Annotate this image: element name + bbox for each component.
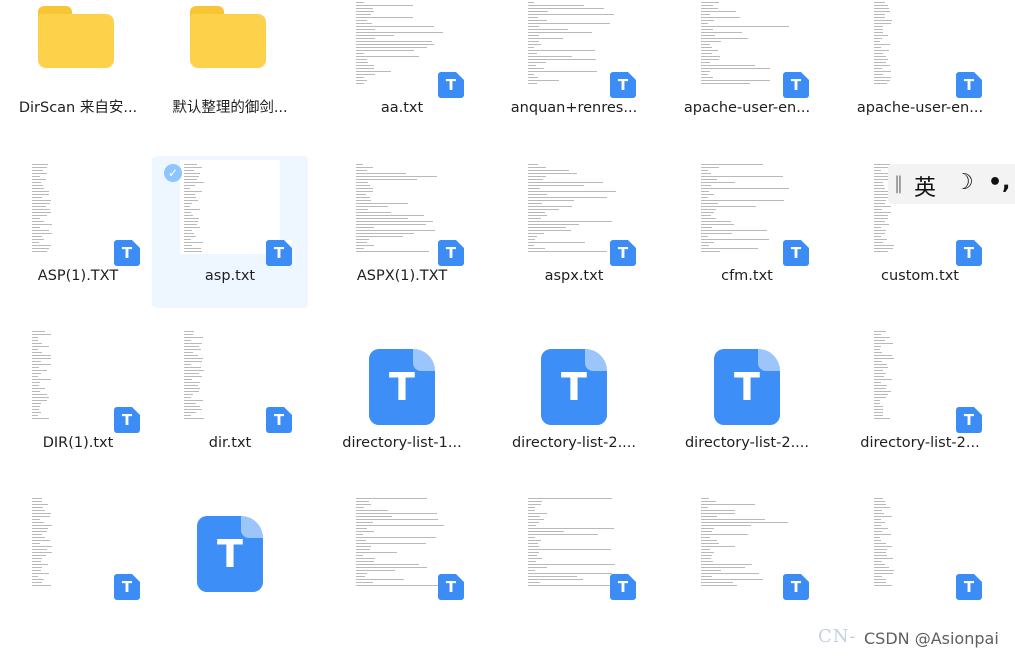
file-item[interactable]: T DIR(1).txt — [0, 323, 156, 475]
file-thumbnail — [524, 160, 624, 254]
file-name-label: directory-list-2.... — [684, 435, 810, 451]
file-name-label: ASPX(1).TXT — [356, 268, 448, 284]
txt-badge-icon: T — [783, 72, 809, 98]
file-thumbnail — [180, 327, 280, 421]
file-thumbnail — [870, 0, 970, 86]
file-item[interactable]: Tdirectory-list-2.... — [496, 323, 652, 475]
file-name-label: anquan+renres... — [510, 100, 638, 116]
file-item[interactable]: Tdir.txt — [152, 323, 308, 475]
txt-badge-icon: T — [956, 407, 982, 433]
file-thumbnail — [352, 494, 452, 588]
text-file-icon: T — [714, 349, 780, 425]
text-file-icon: T — [369, 349, 435, 425]
file-name-label: cfm.txt — [721, 268, 773, 284]
watermark-author: CSDN @Asionpai — [864, 629, 999, 648]
folder-icon — [190, 6, 266, 70]
file-item[interactable]: DirScan 来自安... — [0, 0, 156, 140]
file-name-label: aa.txt — [380, 100, 424, 116]
text-file-icon: T — [197, 516, 263, 592]
txt-badge-icon: T — [783, 240, 809, 266]
file-item[interactable]: Tcfm.txt — [669, 156, 825, 308]
file-item[interactable]: Taa.txt — [324, 0, 480, 140]
ime-separator: ‖ — [894, 173, 903, 194]
ime-punctuation-toggle[interactable]: •, — [988, 170, 1010, 195]
file-thumbnail — [697, 0, 797, 86]
txt-badge-icon: T — [610, 72, 636, 98]
txt-badge-icon: T — [783, 574, 809, 600]
file-item[interactable]: T ASPX(1).TXT — [324, 156, 480, 308]
file-item[interactable]: T — [842, 490, 998, 620]
file-name-label: directory-list-1... — [342, 435, 462, 451]
txt-badge-icon: T — [114, 574, 140, 600]
txt-badge-icon: T — [114, 407, 140, 433]
file-item[interactable]: Tapache-user-en... — [842, 0, 998, 140]
file-item[interactable]: T ASP(1).TXT — [0, 156, 156, 308]
file-item[interactable]: T — [496, 490, 652, 620]
file-item[interactable]: T — [324, 490, 480, 620]
file-grid: DirScan 来自安... 默认整理的御剑... Taa.txt Tanquan+r… — [0, 0, 1015, 620]
file-thumbnail — [524, 494, 624, 588]
file-name-label: custom.txt — [881, 268, 959, 284]
txt-badge-icon: T — [610, 574, 636, 600]
ime-toolbar[interactable]: ‖ 英 ☽ •, — [888, 164, 1015, 204]
file-item[interactable]: T ✓ asp.txt — [152, 156, 308, 308]
ime-language-toggle[interactable]: 英 — [914, 170, 936, 202]
file-thumbnail — [28, 160, 128, 254]
file-thumbnail — [870, 494, 970, 588]
text-file-icon: T — [541, 349, 607, 425]
file-thumbnail — [697, 494, 797, 588]
file-thumbnail — [352, 160, 452, 254]
txt-badge-icon: T — [438, 72, 464, 98]
file-name-label: 默认整理的御剑... — [172, 100, 288, 116]
txt-badge-icon: T — [610, 240, 636, 266]
file-thumbnail — [697, 160, 797, 254]
file-item[interactable]: Tdirectory-list-2... — [842, 323, 998, 475]
file-name-label: dir.txt — [208, 435, 252, 451]
txt-badge-icon: T — [956, 574, 982, 600]
file-item[interactable]: Taspx.txt — [496, 156, 652, 308]
file-item[interactable]: Tdirectory-list-2.... — [669, 323, 825, 475]
file-name-label: apache-user-en... — [856, 100, 984, 116]
folder-icon — [38, 6, 114, 70]
moon-icon[interactable]: ☽ — [954, 170, 974, 195]
file-name-label: aspx.txt — [544, 268, 604, 284]
file-name-label: asp.txt — [204, 268, 256, 284]
file-name-label: directory-list-2.... — [511, 435, 637, 451]
txt-badge-icon: T — [266, 407, 292, 433]
file-item[interactable]: T — [669, 490, 825, 620]
file-item[interactable]: Tanquan+renres... — [496, 0, 652, 140]
txt-badge-icon: T — [438, 240, 464, 266]
file-thumbnail — [28, 327, 128, 421]
file-thumbnail — [352, 0, 452, 86]
file-thumbnail — [180, 160, 280, 254]
txt-badge-icon: T — [956, 72, 982, 98]
file-item[interactable]: 默认整理的御剑... — [152, 0, 308, 140]
file-thumbnail — [28, 494, 128, 588]
checkmark-icon[interactable]: ✓ — [164, 164, 182, 182]
file-thumbnail — [870, 327, 970, 421]
txt-badge-icon: T — [266, 240, 292, 266]
file-item[interactable]: Tapache-user-en... — [669, 0, 825, 140]
watermark-faint: CN- . — [818, 626, 871, 647]
txt-badge-icon: T — [956, 240, 982, 266]
file-item[interactable]: T — [152, 490, 308, 620]
file-thumbnail — [524, 0, 624, 86]
txt-badge-icon: T — [114, 240, 140, 266]
file-item[interactable]: Tdirectory-list-1... — [324, 323, 480, 475]
txt-badge-icon: T — [438, 574, 464, 600]
file-name-label: directory-list-2... — [860, 435, 980, 451]
file-item[interactable]: T — [0, 490, 156, 620]
file-name-label: apache-user-en... — [683, 100, 811, 116]
